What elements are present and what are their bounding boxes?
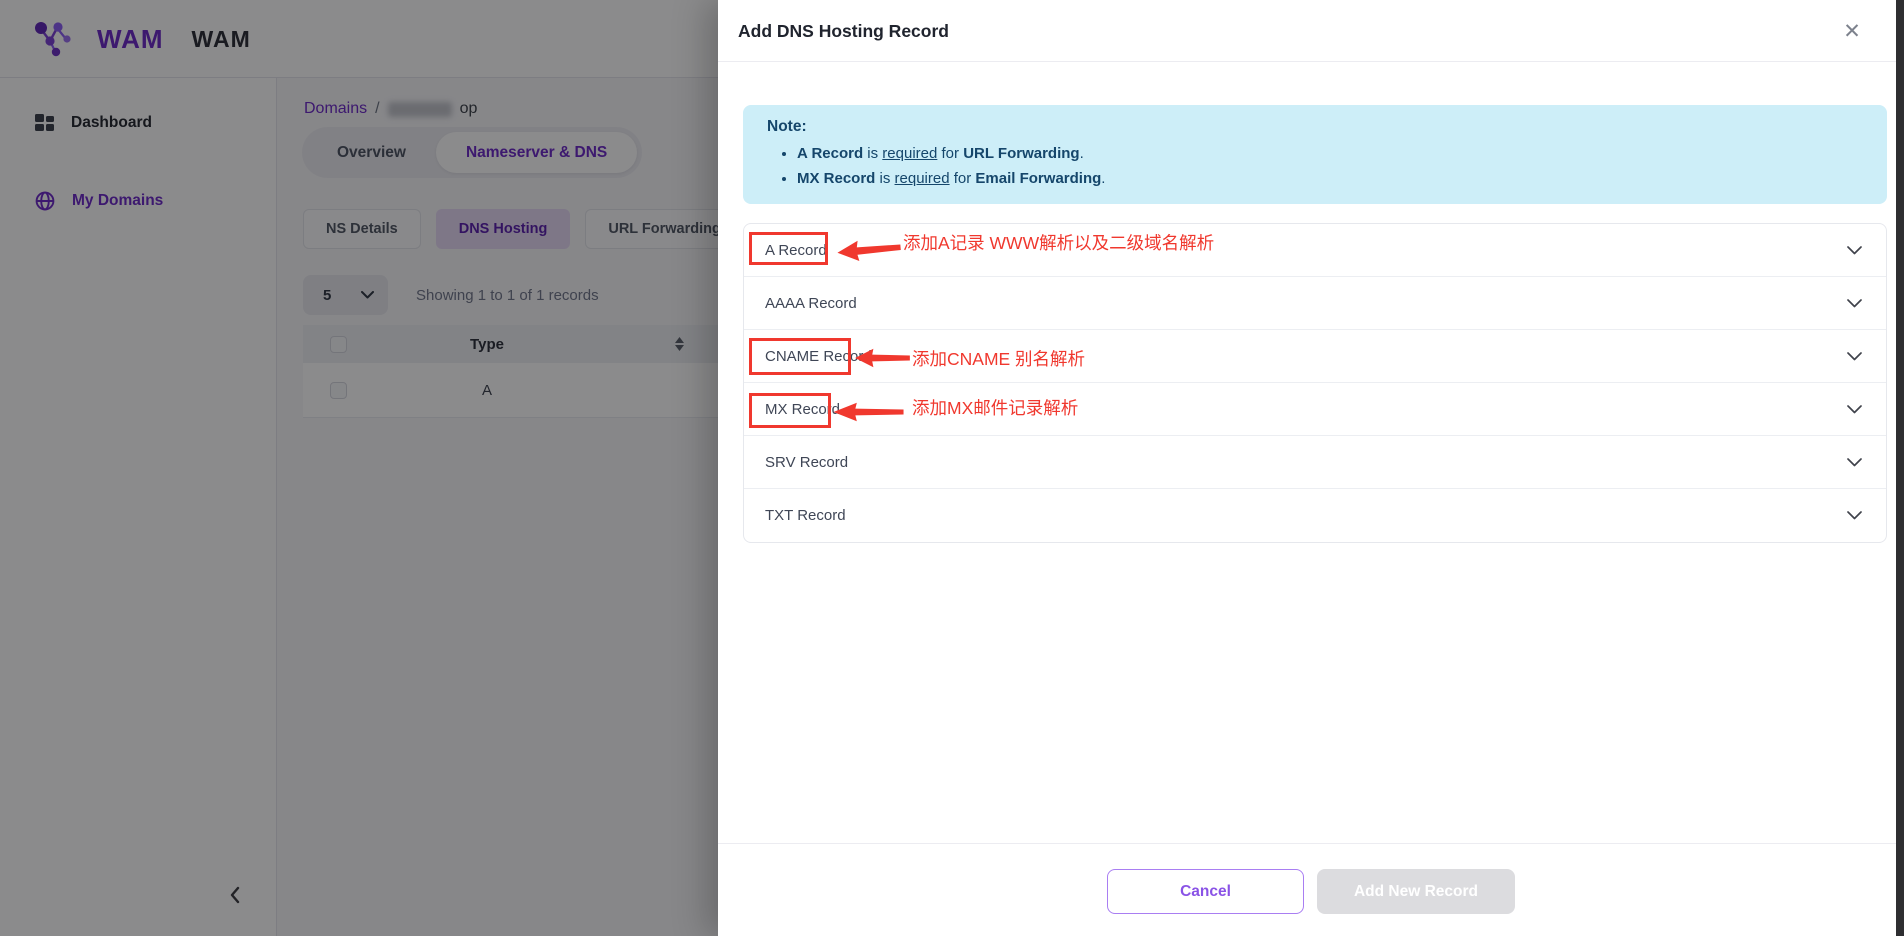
accordion-label: MX Record (744, 401, 840, 418)
accordion-label: A Record (744, 242, 827, 259)
accordion-item-mx-record[interactable]: MX Record 添加MX邮件记录解析 (744, 383, 1886, 436)
accordion-item-a-record[interactable]: A Record 添加A记录 WWW解析以及二级域名解析 (744, 224, 1886, 277)
modal-footer: Cancel Add New Record (718, 843, 1904, 936)
accordion-item-cname-record[interactable]: CNAME Record 添加CNAME 别名解析 (744, 330, 1886, 383)
add-dns-record-modal: Add DNS Hosting Record ✕ Note: A Record … (718, 0, 1904, 936)
accordion-label: AAAA Record (744, 295, 857, 312)
accordion-item-txt-record[interactable]: TXT Record (744, 489, 1886, 542)
accordion-item-aaaa-record[interactable]: AAAA Record (744, 277, 1886, 330)
add-new-record-button[interactable]: Add New Record (1317, 869, 1515, 914)
note-item: MX Record is required for Email Forwardi… (797, 166, 1863, 191)
cancel-button[interactable]: Cancel (1107, 869, 1304, 914)
annotation-text: 添加A记录 WWW解析以及二级域名解析 (903, 230, 1214, 255)
modal-header: Add DNS Hosting Record ✕ (718, 0, 1904, 62)
accordion-item-srv-record[interactable]: SRV Record (744, 436, 1886, 489)
annotation-text: 添加CNAME 别名解析 (912, 346, 1085, 371)
note-list: A Record is required for URL Forwarding.… (767, 141, 1863, 191)
annotation-arrow-icon (832, 401, 905, 423)
record-type-accordion: A Record 添加A记录 WWW解析以及二级域名解析 AAAA Record… (743, 223, 1887, 543)
chevron-down-icon (1847, 246, 1862, 255)
modal-title: Add DNS Hosting Record (738, 0, 949, 62)
accordion-label: TXT Record (744, 507, 846, 524)
accordion-label: CNAME Record (744, 348, 872, 365)
chevron-down-icon (1847, 405, 1862, 414)
note-item: A Record is required for URL Forwarding. (797, 141, 1863, 166)
note-callout: Note: A Record is required for URL Forwa… (743, 105, 1887, 204)
annotation-arrow-icon (835, 235, 903, 265)
chevron-down-icon (1847, 352, 1862, 361)
note-heading: Note: (767, 118, 1863, 136)
chevron-down-icon (1847, 511, 1862, 520)
chevron-down-icon (1847, 458, 1862, 467)
chevron-down-icon (1847, 299, 1862, 308)
annotation-text: 添加MX邮件记录解析 (912, 395, 1078, 420)
accordion-label: SRV Record (744, 454, 848, 471)
screen: WAM WAM Dashboard My Domains (0, 0, 1904, 936)
close-icon[interactable]: ✕ (1838, 17, 1866, 45)
page-scrollbar[interactable] (1896, 0, 1904, 936)
